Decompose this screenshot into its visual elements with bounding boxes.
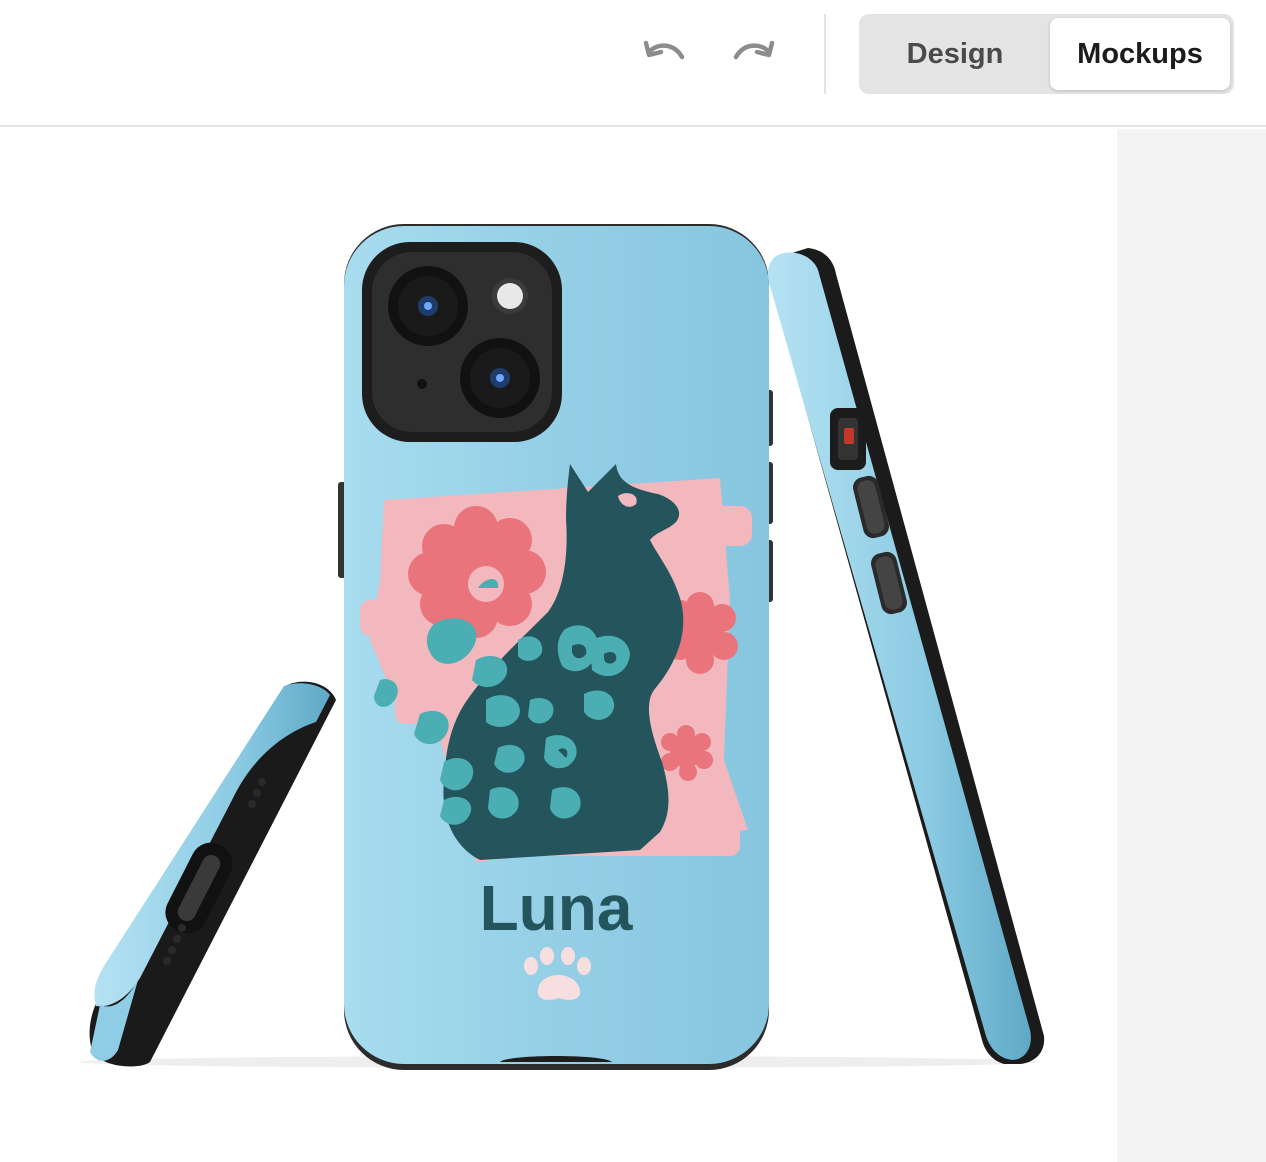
camera-module (362, 242, 562, 442)
case-name-text: Luna (480, 872, 633, 944)
tab-mockups[interactable]: Mockups (1050, 18, 1230, 90)
phone-case-back: Luna (338, 224, 773, 1070)
redo-icon (733, 40, 775, 60)
undo-icon (643, 40, 685, 60)
toolbar-divider (824, 14, 826, 94)
top-toolbar: Design Mockups (0, 0, 1266, 127)
mockup-canvas: Luna (0, 129, 1117, 1162)
view-toggle: Design Mockups (859, 14, 1234, 94)
right-panel (1117, 129, 1266, 1162)
side-phone-bottom (89, 681, 336, 1067)
redo-button[interactable] (728, 30, 778, 78)
phone-case-mockup: Luna (80, 224, 1045, 1070)
side-phone-profile (768, 248, 1045, 1064)
undo-button[interactable] (640, 30, 690, 78)
tab-design[interactable]: Design (863, 18, 1047, 90)
